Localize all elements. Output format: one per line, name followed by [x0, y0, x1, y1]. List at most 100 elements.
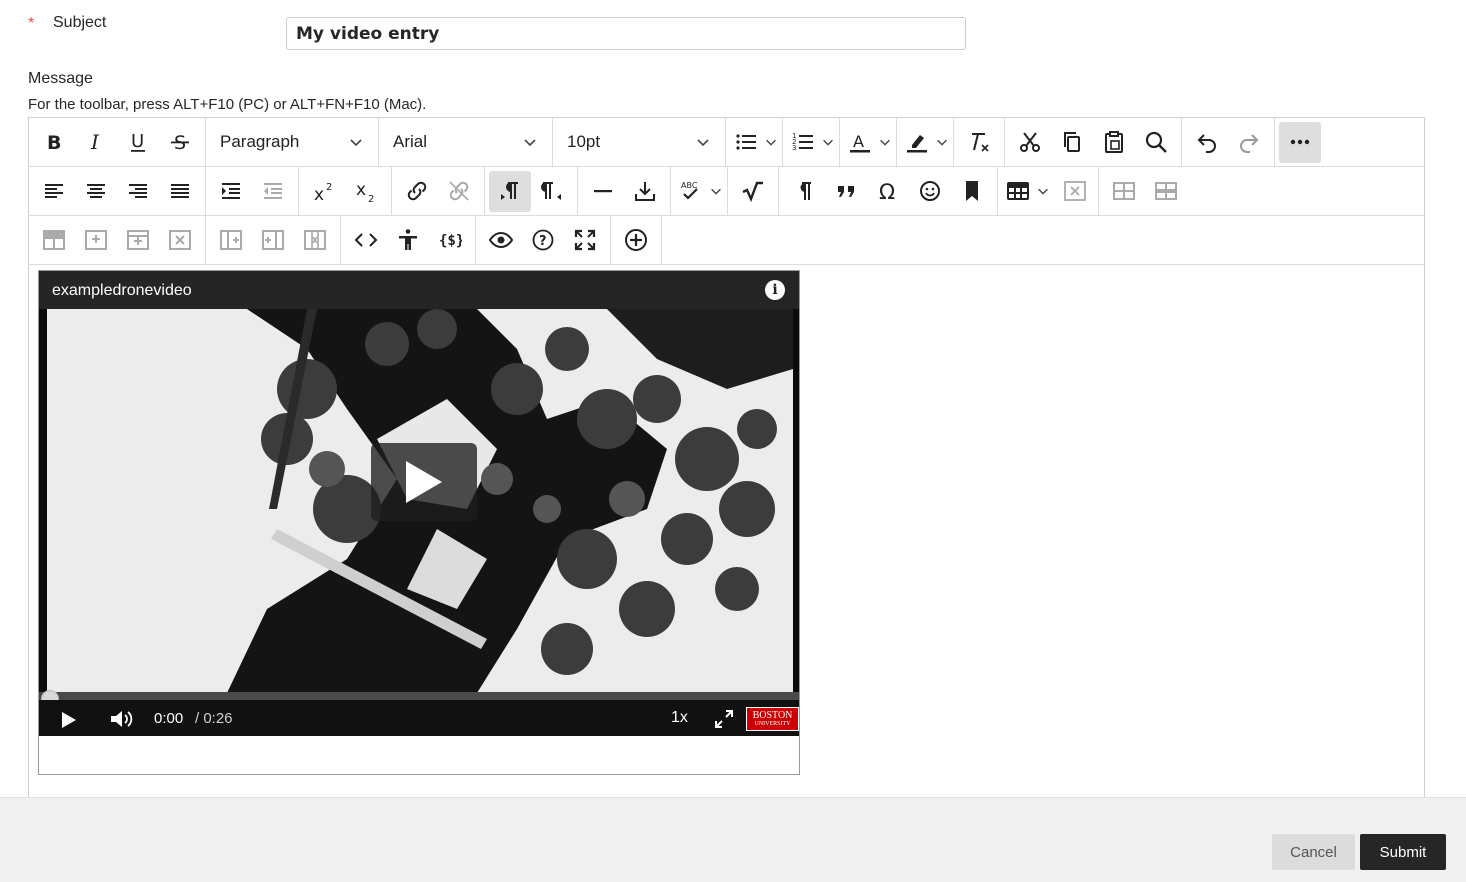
- superscript-icon: x2: [314, 182, 332, 203]
- search-icon: [1145, 131, 1167, 153]
- copy-button[interactable]: [1051, 122, 1093, 163]
- bullet-list-icon: [736, 134, 756, 150]
- svg-text:U: U: [131, 131, 144, 152]
- special-character-button[interactable]: Ω: [867, 171, 909, 212]
- text-color-button[interactable]: A: [840, 122, 896, 163]
- add-content-button[interactable]: [615, 220, 657, 261]
- page-break-button[interactable]: [624, 171, 666, 212]
- template-variables-button[interactable]: {$}: [429, 220, 471, 261]
- insert-row-before-button[interactable]: [33, 220, 75, 261]
- math-equation-button[interactable]: [732, 171, 774, 212]
- cut-button[interactable]: [1009, 122, 1051, 163]
- code-icon: [354, 233, 378, 247]
- subject-input[interactable]: [286, 17, 966, 50]
- spellcheck-group: ABC: [671, 167, 728, 215]
- underline-icon: U: [131, 131, 145, 152]
- redo-button[interactable]: [1228, 122, 1270, 163]
- help-button[interactable]: ?: [522, 220, 564, 261]
- blockquote-button[interactable]: [825, 171, 867, 212]
- required-indicator: *: [28, 15, 35, 32]
- subscript-icon: x2: [356, 180, 374, 203]
- big-play-button[interactable]: [371, 443, 477, 521]
- delete-table-button[interactable]: [1054, 171, 1096, 212]
- italic-button[interactable]: I: [75, 122, 117, 163]
- plus-circle-icon: [625, 229, 647, 251]
- undo-button[interactable]: [1186, 122, 1228, 163]
- left-to-right-button[interactable]: [489, 170, 531, 212]
- outdent-button[interactable]: [252, 171, 294, 212]
- align-group: [29, 167, 206, 215]
- omega-icon: Ω: [879, 180, 895, 203]
- logo-line-1: BOSTON: [752, 710, 793, 721]
- indent-group: [206, 167, 299, 215]
- justify-button[interactable]: [159, 171, 201, 212]
- remove-link-button[interactable]: [438, 171, 480, 212]
- table-button[interactable]: [998, 171, 1054, 212]
- play-icon[interactable]: [61, 711, 77, 729]
- preview-button[interactable]: [480, 220, 522, 261]
- toolbar-row-1: B I U S Paragraph Arial 10pt 1 2 3 A: [29, 118, 1424, 167]
- script-group: x2 x2: [299, 167, 392, 215]
- emoticons-button[interactable]: [909, 171, 951, 212]
- accessibility-checker-button[interactable]: [387, 220, 429, 261]
- subscript-button[interactable]: x2: [345, 171, 387, 212]
- view-group: ?: [476, 216, 611, 264]
- text-color-icon: A: [850, 132, 870, 153]
- align-center-button[interactable]: [75, 171, 117, 212]
- cancel-button[interactable]: Cancel: [1272, 834, 1355, 870]
- right-to-left-button[interactable]: [531, 171, 573, 212]
- italic-icon: I: [90, 130, 100, 154]
- font-size-select[interactable]: 10pt: [553, 118, 726, 166]
- spellcheck-button[interactable]: ABC: [671, 171, 727, 212]
- embedded-video-container: exampledronevideo i 0:00 / 0:26 1x BOSTO…: [38, 270, 800, 775]
- show-blocks-button[interactable]: [783, 171, 825, 212]
- svg-text:I: I: [90, 130, 100, 154]
- table-cell-props-button[interactable]: [1145, 171, 1187, 212]
- svg-text:3: 3: [792, 144, 796, 152]
- bullet-list-button[interactable]: [726, 122, 782, 163]
- superscript-button[interactable]: x2: [303, 171, 345, 212]
- insert-link-button[interactable]: [396, 171, 438, 212]
- block-format-select[interactable]: Paragraph: [206, 118, 379, 166]
- fullscreen-icon[interactable]: [714, 709, 734, 729]
- insert-column-before-button[interactable]: [210, 220, 252, 261]
- eye-icon: [489, 231, 513, 249]
- anchor-button[interactable]: [951, 171, 993, 212]
- boston-university-logo[interactable]: BOSTON UNIVERSITY: [746, 707, 799, 731]
- font-family-select[interactable]: Arial: [379, 118, 553, 166]
- more-options-button[interactable]: [1279, 121, 1321, 163]
- link-icon: [407, 181, 427, 201]
- unlink-icon: [449, 181, 469, 201]
- align-right-icon: [129, 184, 147, 198]
- submit-button[interactable]: Submit: [1360, 834, 1446, 870]
- video-player[interactable]: exampledronevideo i 0:00 / 0:26 1x BOSTO…: [39, 271, 799, 736]
- bold-button[interactable]: B: [33, 122, 75, 163]
- insert-column-button[interactable]: [117, 220, 159, 261]
- table-row-props-button[interactable]: [1103, 171, 1145, 212]
- info-icon[interactable]: i: [765, 280, 785, 300]
- strikethrough-icon: S: [171, 132, 189, 154]
- find-replace-button[interactable]: [1135, 122, 1177, 163]
- clear-formatting-button[interactable]: [958, 122, 1000, 163]
- numbered-list-button[interactable]: 123: [783, 122, 839, 163]
- strikethrough-button[interactable]: S: [159, 122, 201, 163]
- source-code-button[interactable]: [345, 220, 387, 261]
- svg-text:?: ?: [539, 234, 547, 249]
- align-left-button[interactable]: [33, 171, 75, 212]
- accessibility-icon: [399, 229, 417, 250]
- delete-column-button[interactable]: [294, 220, 336, 261]
- insert-row-after-button[interactable]: [75, 220, 117, 261]
- horizontal-line-button[interactable]: [582, 171, 624, 212]
- paste-button[interactable]: [1093, 122, 1135, 163]
- align-right-button[interactable]: [117, 171, 159, 212]
- indent-button[interactable]: [210, 171, 252, 212]
- volume-icon[interactable]: [110, 709, 134, 729]
- playback-speed-button[interactable]: 1x: [671, 709, 688, 727]
- underline-button[interactable]: U: [117, 122, 159, 163]
- delete-row-button[interactable]: [159, 220, 201, 261]
- highlight-color-button[interactable]: [897, 122, 953, 163]
- insert-column-after-button[interactable]: [252, 220, 294, 261]
- progress-bar[interactable]: [39, 692, 799, 700]
- format-group: B I U S: [29, 118, 206, 166]
- fullscreen-button[interactable]: [564, 220, 606, 261]
